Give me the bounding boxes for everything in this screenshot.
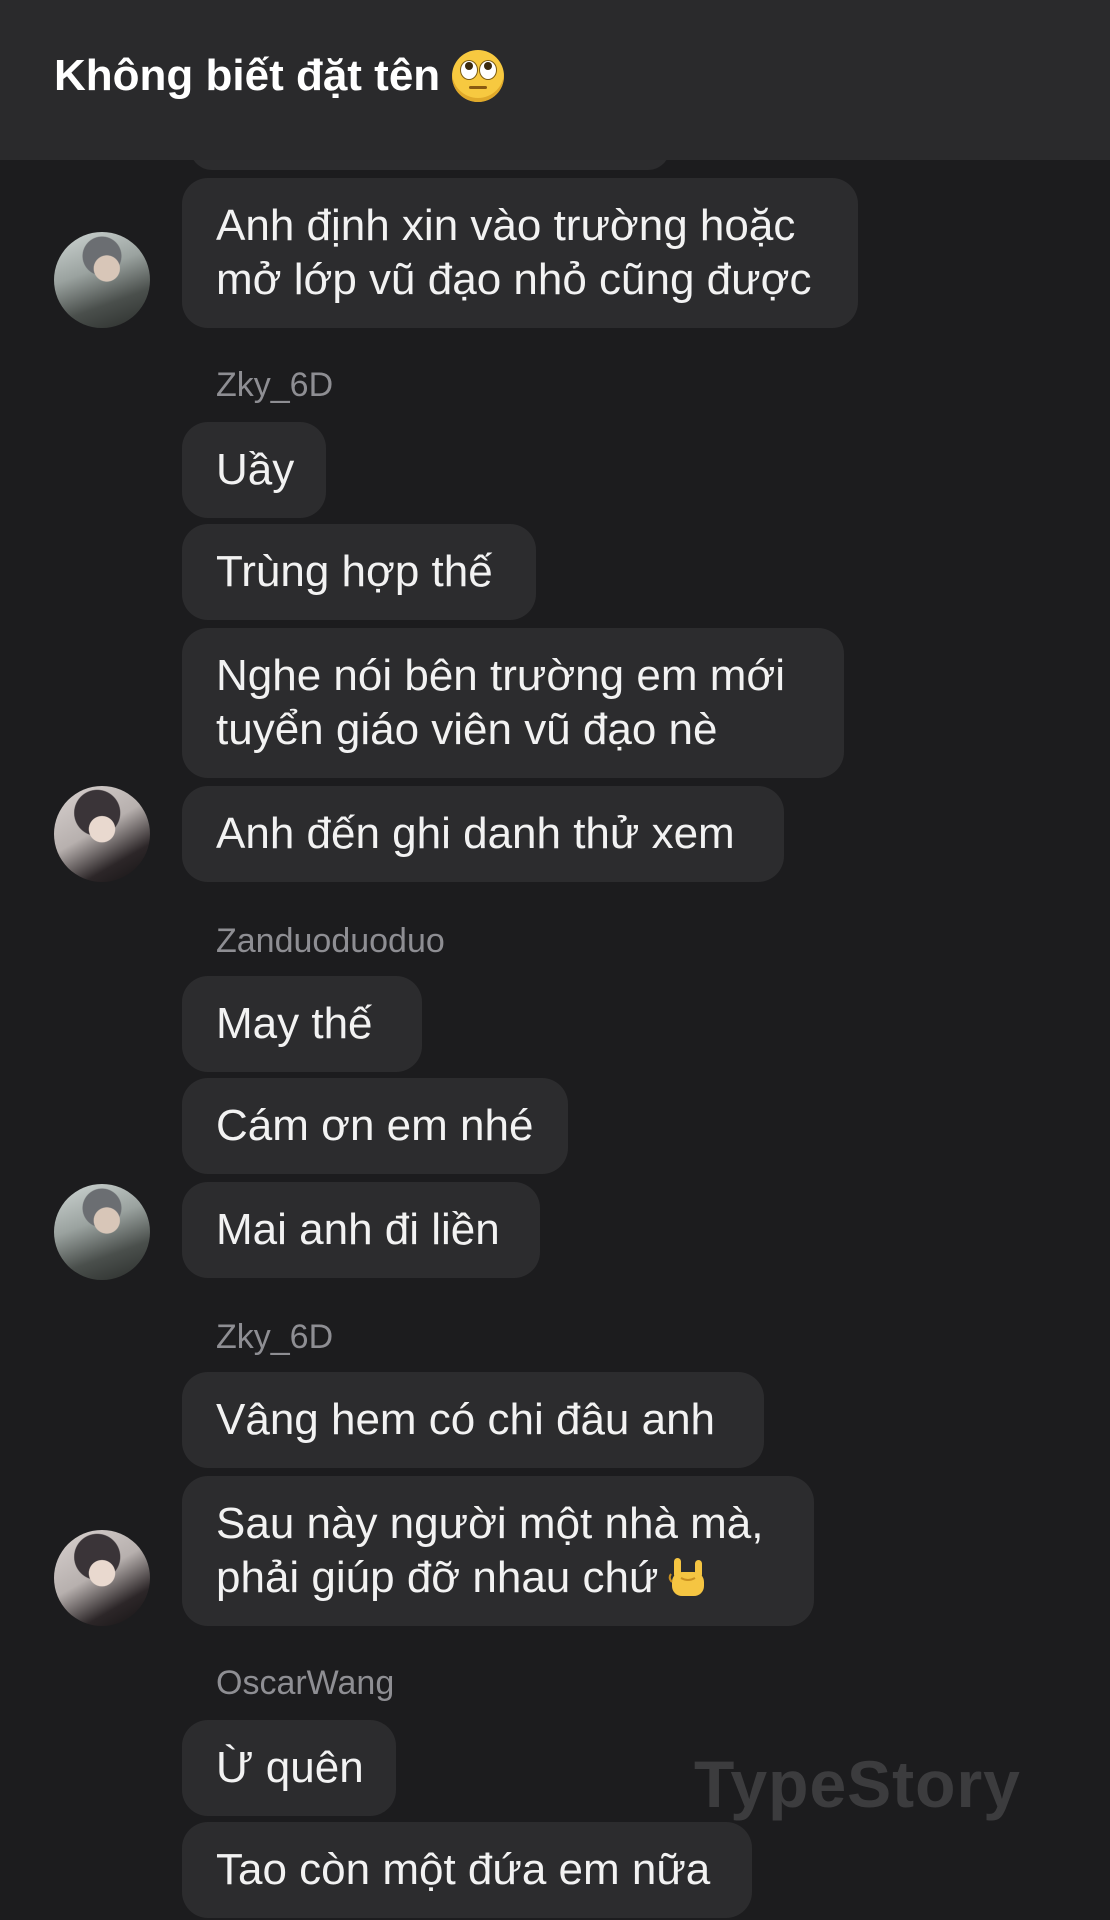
sign-of-the-horns-emoji-icon xyxy=(669,1558,705,1596)
sender-name: OscarWang xyxy=(216,1664,395,1702)
avatar-zanduoduoduo[interactable] xyxy=(54,1184,150,1280)
sender-name: Zanduoduoduo xyxy=(216,922,445,960)
message-text-line: Sau này người một nhà mà, xyxy=(216,1499,764,1548)
message-text-fragment: phải giúp đỡ nhau chứ xyxy=(216,1553,659,1602)
chat-header: Không biết đặt tên xyxy=(0,0,1110,160)
chat-title-text: Không biết đặt tên xyxy=(54,51,441,100)
message-text-line: mở lớp vũ đạo nhỏ cũng được xyxy=(216,255,812,304)
sender-name: Zky_6D xyxy=(216,366,334,404)
message-text: Cám ơn em nhé xyxy=(216,1101,534,1150)
message-bubble[interactable]: Ừ quên xyxy=(182,1720,396,1816)
message-bubble[interactable]: Nghe nói bên trường em mới tuyển giáo vi… xyxy=(182,628,844,778)
message-bubble[interactable]: May thế xyxy=(182,976,422,1072)
message-bubble[interactable]: Tao còn một đứa em nữa xyxy=(182,1822,752,1918)
message-text-line: Nghe nói bên trường em mới xyxy=(216,651,785,700)
message-bubble[interactable]: Anh đến ghi danh thử xem xyxy=(182,786,784,882)
chat-title[interactable]: Không biết đặt tên xyxy=(54,50,505,102)
message-text: Uầy xyxy=(216,445,295,494)
message-bubble[interactable]: Cám ơn em nhé xyxy=(182,1078,568,1174)
avatar-zky-6d[interactable] xyxy=(54,1530,150,1626)
message-text-line: tuyển giáo viên vũ đạo nè xyxy=(216,705,718,754)
message-text: Anh đến ghi danh thử xem xyxy=(216,809,735,858)
message-text: Ừ quên xyxy=(216,1743,364,1792)
avatar-zky-6d[interactable] xyxy=(54,786,150,882)
message-bubble[interactable]: Uầy xyxy=(182,422,326,518)
message-text: May thế xyxy=(216,999,373,1048)
message-bubble[interactable]: Vâng hem có chi đâu anh xyxy=(182,1372,764,1468)
message-text: Mai anh đi liền xyxy=(216,1205,500,1254)
message-text-line: Anh định xin vào trường hoặc xyxy=(216,201,796,250)
message-text-line: phải giúp đỡ nhau chứ xyxy=(216,1551,708,1605)
sender-name: Zky_6D xyxy=(216,1318,334,1356)
message-text: Tao còn một đứa em nữa xyxy=(216,1845,711,1894)
message-bubble[interactable]: Trùng hợp thế xyxy=(182,524,536,620)
avatar-zanduoduoduo[interactable] xyxy=(54,232,150,328)
message-text: Trùng hợp thế xyxy=(216,547,493,596)
message-text: Vâng hem có chi đâu anh xyxy=(216,1395,716,1444)
message-bubble[interactable]: Sau này người một nhà mà, phải giúp đỡ n… xyxy=(182,1476,814,1626)
watermark-text: TypeStory xyxy=(694,1747,1021,1821)
message-bubble[interactable]: Mai anh đi liền xyxy=(182,1182,540,1278)
message-bubble[interactable]: Anh định xin vào trường hoặc mở lớp vũ đ… xyxy=(182,178,858,328)
face-with-rolling-eyes-emoji-icon xyxy=(452,50,505,102)
